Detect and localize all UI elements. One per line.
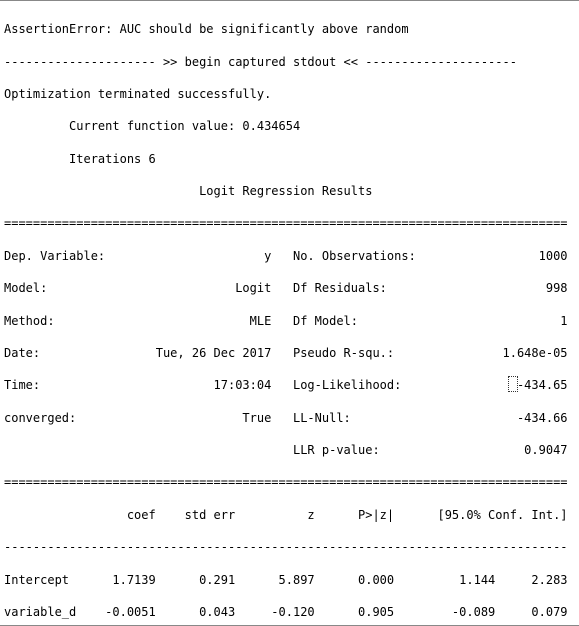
- current-fn-value-line: Current function value: 0.434654: [4, 118, 577, 134]
- coef-header-line: coef std err z P>|z| [95.0% Conf. Int.]: [4, 507, 577, 523]
- summary-row: Model: Logit Df Residuals: 998: [4, 280, 577, 296]
- assertion-error-line: AssertionError: AUC should be significan…: [4, 21, 577, 37]
- summary-row: Time: 17:03:04 Log-Likelihood: -434.65: [4, 377, 577, 393]
- summary-row: converged: True LL-Null: -434.66: [4, 410, 577, 426]
- summary-row: Date: Tue, 26 Dec 2017 Pseudo R-squ.: 1.…: [4, 345, 577, 361]
- begin-stdout-line: --------------------- >> begin captured …: [4, 54, 577, 70]
- coef-mid-rule: ----------------------------------------…: [4, 539, 577, 555]
- coef-row: variable_d -0.0051 0.043 -0.120 0.905 -0…: [4, 604, 577, 620]
- summary-row: Method: MLE Df Model: 1: [4, 313, 577, 329]
- summary-top-rule: ========================================…: [4, 215, 577, 231]
- summary-row: Dep. Variable: y No. Observations: 1000: [4, 248, 577, 264]
- coef-top-rule: ========================================…: [4, 474, 577, 490]
- summary-row: LLR p-value: 0.9047: [4, 442, 577, 458]
- opt-terminated-line: Optimization terminated successfully.: [4, 86, 577, 102]
- coef-row: Intercept 1.7139 0.291 5.897 0.000 1.144…: [4, 572, 577, 588]
- results-title-line: Logit Regression Results: [4, 183, 577, 199]
- iterations-line: Iterations 6: [4, 151, 577, 167]
- terminal-output[interactable]: AssertionError: AUC should be significan…: [0, 0, 579, 626]
